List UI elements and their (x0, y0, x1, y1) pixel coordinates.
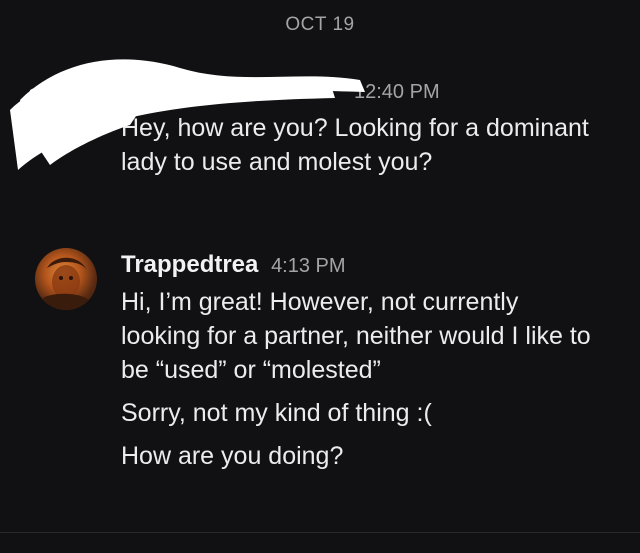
message-text: Sorry, not my kind of thing :( (121, 399, 432, 427)
profile-photo-icon (43, 257, 89, 310)
message-text: Hi, I’m great! However, not currently lo… (121, 288, 591, 384)
message-text: How are you doing? (121, 442, 344, 470)
message-text: Hey, how are you? Looking for a dominant… (121, 114, 589, 176)
message-header: 12:40 PM (121, 76, 620, 107)
avatar[interactable] (35, 248, 97, 310)
message-group: 12:40 PM Hey, how are you? Looking for a… (121, 76, 620, 179)
date-divider: OCT 19 (285, 14, 355, 35)
message-author[interactable]: Trappedtrea (121, 251, 258, 278)
message-timestamp: 4:13 PM (271, 255, 346, 277)
composer-edge (0, 532, 640, 553)
message-group: Trappedtrea 4:13 PM Hi, I’m great! Howev… (121, 250, 620, 473)
message-timestamp: 12:40 PM (354, 81, 440, 103)
message-header: Trappedtrea 4:13 PM (121, 250, 620, 281)
